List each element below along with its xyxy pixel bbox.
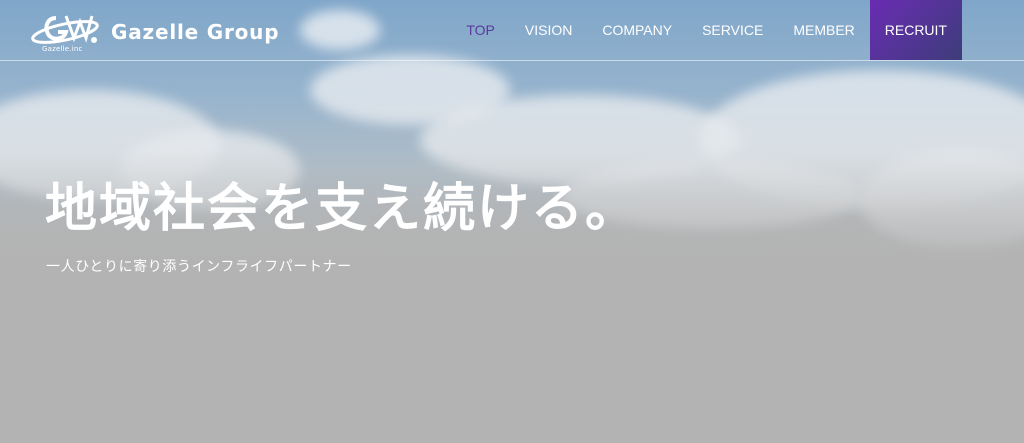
main-nav: TOP VISION COMPANY SERVICE MEMBER RECRUI… [451,0,962,60]
nav-item-top[interactable]: TOP [451,0,510,60]
nav-item-vision[interactable]: VISION [510,0,587,60]
nav-item-recruit[interactable]: RECRUIT [869,0,962,60]
hero-headline: 地域社会を支え続ける。 [45,178,640,239]
nav-item-company[interactable]: COMPANY [587,0,687,60]
site-header: Gazelle.inc Gazelle Group TOP VISION COM… [0,0,1024,61]
nav-item-member[interactable]: MEMBER [778,0,869,60]
logo-subtext: Gazelle.inc [42,45,83,53]
hero-tagline: 一人ひとりに寄り添うインフライフパートナー [46,258,352,274]
nav-item-service[interactable]: SERVICE [687,0,778,60]
brand-name[interactable]: Gazelle Group [111,20,279,44]
